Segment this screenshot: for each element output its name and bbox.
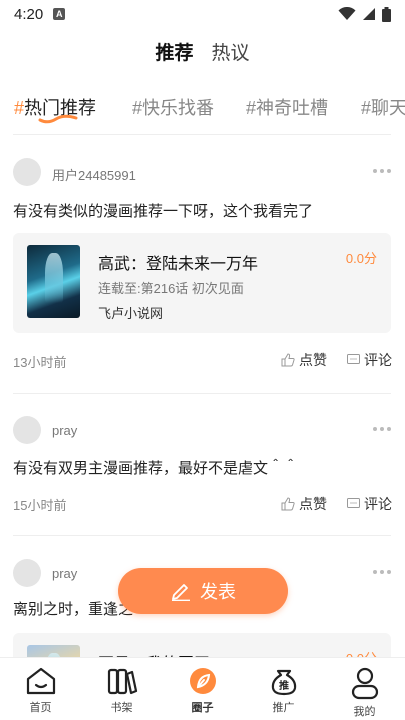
home-icon (26, 667, 55, 695)
divider (13, 393, 391, 394)
divider (13, 134, 391, 135)
status-bar: 4:20 A (0, 0, 405, 28)
tag-funny-rant[interactable]: #神奇吐槽 (246, 94, 328, 120)
divider (13, 535, 391, 536)
profile-icon (351, 667, 378, 700)
like-button[interactable]: 点赞 (281, 350, 327, 370)
wifi-icon (338, 7, 356, 20)
tag-active-underline (38, 114, 78, 124)
comment-icon (347, 498, 360, 508)
bottom-nav: 首页 书架 圈子 推 推广 我的 (0, 657, 405, 720)
comment-button[interactable]: 评论 (347, 494, 392, 514)
comic-title: 高武：登陆未来一万年 (98, 256, 259, 273)
publish-button[interactable]: 发表 (118, 568, 288, 614)
comic-source: 飞卢小说网 (98, 306, 164, 321)
comic-card[interactable]: 高武：登陆未来一万年 0.0分 连载至:第216话 初次见面 飞卢小说网 (13, 233, 391, 333)
avatar[interactable] (13, 559, 41, 587)
post-content[interactable]: 离别之时，重逢之 (13, 598, 133, 619)
thumbs-up-icon (281, 353, 295, 367)
thumbs-up-icon (281, 497, 295, 511)
pencil-icon (172, 584, 190, 601)
battery-icon (382, 6, 391, 22)
bookshelf-icon (107, 668, 137, 695)
avatar[interactable] (13, 158, 41, 186)
comic-progress: 连载至:第216话 初次见面 (98, 281, 244, 296)
nav-promote[interactable]: 推 推广 (243, 658, 324, 720)
topic-tag-bar: #热门推荐 #快乐找番 #神奇吐槽 #聊天 (0, 94, 405, 124)
nav-circle[interactable]: 圈子 (162, 658, 243, 720)
avatar[interactable] (13, 416, 41, 444)
post-content[interactable]: 有没有双男主漫画推荐，最好不是虐文＾＾ (13, 457, 298, 478)
post-time: 15小时前 (13, 498, 67, 513)
comment-button[interactable]: 评论 (347, 350, 392, 370)
tag-chat[interactable]: #聊天 (361, 94, 405, 120)
tab-hot-discussion[interactable]: 热议 (212, 38, 250, 68)
tag-happy-anime[interactable]: #快乐找番 (132, 94, 214, 120)
top-tabs: 推荐 热议 (0, 38, 405, 68)
comic-cover-image (27, 245, 80, 318)
more-options-icon[interactable] (373, 169, 391, 175)
promote-icon: 推 (271, 669, 296, 696)
comic-score: 0.0分 (345, 251, 377, 266)
signal-icon (363, 8, 375, 20)
like-button[interactable]: 点赞 (281, 494, 327, 514)
svg-text:推: 推 (279, 679, 289, 692)
more-options-icon[interactable] (373, 570, 391, 576)
nav-bookshelf[interactable]: 书架 (81, 658, 162, 720)
post-content[interactable]: 有没有类似的漫画推荐一下呀，这个我看完了 (13, 200, 313, 221)
nav-profile[interactable]: 我的 (324, 658, 405, 720)
tab-recommend[interactable]: 推荐 (153, 38, 196, 68)
post-username[interactable]: pray (52, 566, 77, 581)
notification-icon: A (53, 8, 66, 20)
nav-home[interactable]: 首页 (0, 658, 81, 720)
post-username[interactable]: pray (52, 423, 77, 438)
circle-icon (189, 668, 216, 694)
more-options-icon[interactable] (373, 427, 391, 433)
post-time: 13小时前 (13, 355, 67, 370)
post-username[interactable]: 用户24485991 (52, 165, 136, 184)
comment-icon (347, 354, 360, 364)
status-time: 4:20 (14, 5, 44, 23)
